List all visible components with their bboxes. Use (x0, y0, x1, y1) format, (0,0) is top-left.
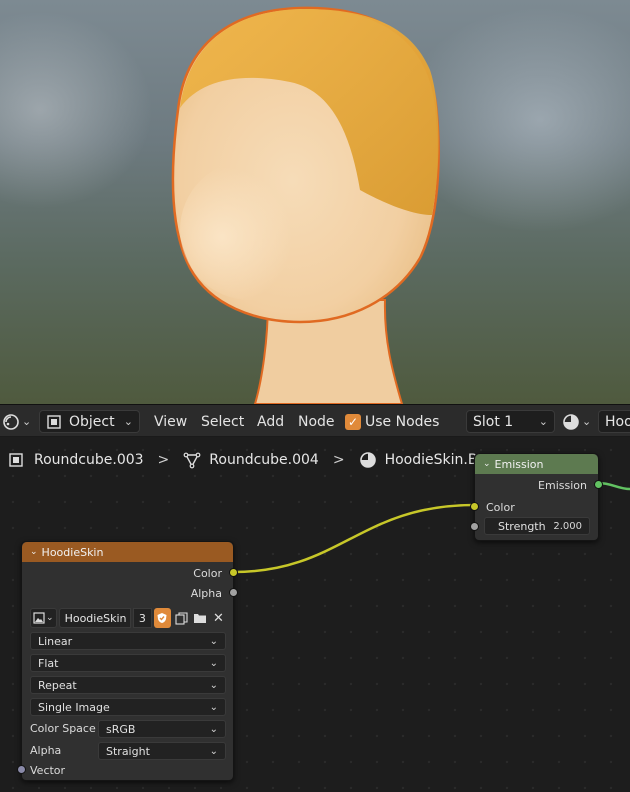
chevron-down-icon: ⌄ (22, 415, 32, 428)
material-name-field[interactable]: Hoo (598, 410, 630, 433)
image-icon (33, 612, 45, 624)
fake-user-button[interactable] (153, 608, 171, 628)
image-users-count[interactable]: 3 (132, 608, 152, 628)
chevron-down-icon: ⌄ (209, 701, 218, 713)
chevron-down-icon: ⌄ (209, 657, 218, 669)
strength-value: 2.000 (553, 520, 582, 532)
duplicate-image-button[interactable] (173, 608, 190, 628)
use-nodes-label: Use Nodes (365, 413, 440, 430)
checkbox-checked-icon[interactable]: ✓ (345, 413, 361, 430)
color-output-socket[interactable] (229, 568, 238, 577)
material-name-text: Hoo (605, 413, 630, 430)
projection-dropdown[interactable]: Flat ⌄ (30, 654, 226, 672)
strength-label: Strength (498, 519, 546, 533)
collapse-arrow-icon[interactable]: ⌄ (30, 547, 38, 557)
chevron-down-icon: ⌄ (209, 635, 218, 647)
menu-add[interactable]: Add (257, 410, 284, 433)
chevron-down-icon: ⌄ (123, 415, 133, 428)
vector-input-socket[interactable] (17, 765, 26, 774)
color-space-value: sRGB (106, 722, 136, 736)
emission-node[interactable]: ⌄ Emission Emission Color Strength 2.000 (470, 453, 603, 541)
unlink-image-button[interactable]: ✕ (211, 608, 226, 628)
chevron-down-icon: ⌄ (582, 415, 592, 428)
breadcrumb-object[interactable]: Roundcube.003 (34, 452, 144, 468)
projection-value: Flat (38, 656, 59, 670)
color-space-dropdown[interactable]: sRGB ⌄ (98, 720, 226, 738)
object-mode-label: Object (69, 413, 115, 430)
node-editor-canvas[interactable]: Roundcube.003 > Roundcube.004 > HoodieSk… (0, 437, 630, 792)
object-icon (47, 414, 61, 429)
duplicate-icon (175, 611, 188, 625)
alpha-mode-dropdown[interactable]: Straight ⌄ (98, 742, 226, 760)
color-space-label: Color Space (30, 722, 96, 735)
color-link-wire (233, 503, 475, 574)
image-browse-button[interactable]: ⌄ (30, 608, 57, 628)
collapse-arrow-icon[interactable]: ⌄ (483, 459, 491, 469)
emission-output-socket[interactable] (594, 480, 603, 489)
character-head-render (171, 6, 440, 404)
alpha-mode-value: Straight (106, 744, 150, 758)
slot-dropdown[interactable]: Slot 1 ⌄ (466, 410, 555, 433)
menu-node[interactable]: Node (298, 410, 335, 433)
mesh-data-icon (183, 451, 201, 469)
material-sphere-icon (563, 413, 579, 430)
image-datablock-row: ⌄ HoodieSkin 3 ✕ (30, 608, 226, 628)
node-editor-header: ⌄ Object ⌄ View Select Add Node ✓ Use No… (0, 404, 630, 437)
breadcrumb: Roundcube.003 > Roundcube.004 > HoodieSk… (8, 449, 499, 471)
chevron-down-icon: ⌄ (209, 679, 218, 691)
3d-viewport[interactable] (0, 0, 630, 404)
shield-icon (157, 613, 167, 623)
editor-type-button[interactable]: ⌄ (2, 410, 34, 433)
use-nodes-toggle[interactable]: ✓ Use Nodes (345, 410, 439, 433)
folder-icon (194, 614, 207, 623)
breadcrumb-mesh[interactable]: Roundcube.004 (209, 452, 319, 468)
emission-node-title: Emission (494, 457, 544, 471)
menu-view[interactable]: View (154, 410, 187, 433)
face-highlight (180, 160, 320, 300)
strength-input-socket[interactable] (470, 522, 479, 531)
emission-output-label: Emission (538, 479, 587, 492)
emission-node-header[interactable]: ⌄ Emission (475, 454, 598, 474)
extension-value: Repeat (38, 678, 77, 692)
material-browse-button[interactable]: ⌄ (562, 410, 591, 433)
alpha-mode-label: Alpha (30, 744, 62, 757)
slot-label: Slot 1 (473, 413, 514, 430)
chevron-right-icon: > (332, 452, 345, 468)
color-output-label: Color (193, 567, 222, 580)
image-node-header[interactable]: ⌄ HoodieSkin (22, 542, 233, 562)
open-image-button[interactable] (192, 608, 209, 628)
color-input-label: Color (486, 501, 515, 514)
source-dropdown[interactable]: Single Image ⌄ (30, 698, 226, 716)
image-name-field[interactable]: HoodieSkin (58, 608, 131, 628)
close-icon: ✕ (212, 610, 224, 626)
chevron-down-icon: ⌄ (209, 723, 218, 735)
image-name-text: HoodieSkin (64, 611, 127, 625)
source-value: Single Image (38, 700, 110, 714)
users-count-text: 3 (138, 611, 146, 625)
object-mode-dropdown[interactable]: Object ⌄ (39, 410, 140, 433)
extension-dropdown[interactable]: Repeat ⌄ (30, 676, 226, 694)
chevron-down-icon: ⌄ (209, 745, 218, 757)
chevron-down-icon: ⌄ (46, 613, 54, 623)
interpolation-value: Linear (38, 634, 73, 648)
chevron-down-icon: ⌄ (538, 415, 548, 428)
node-editor-icon (3, 413, 19, 430)
image-node-title: HoodieSkin (41, 545, 104, 559)
chevron-right-icon: > (157, 452, 170, 468)
alpha-output-socket[interactable] (229, 588, 238, 597)
image-texture-node[interactable]: ⌄ HoodieSkin Color Alpha ⌄ HoodieSkin 3 (17, 541, 238, 781)
vector-input-label: Vector (30, 764, 66, 777)
strength-field[interactable]: Strength 2.000 (484, 517, 590, 535)
alpha-output-label: Alpha (190, 587, 222, 600)
material-sphere-icon (359, 451, 377, 469)
menu-select[interactable]: Select (201, 410, 244, 433)
color-input-socket[interactable] (470, 502, 479, 511)
object-icon (8, 452, 24, 468)
interpolation-dropdown[interactable]: Linear ⌄ (30, 632, 226, 650)
